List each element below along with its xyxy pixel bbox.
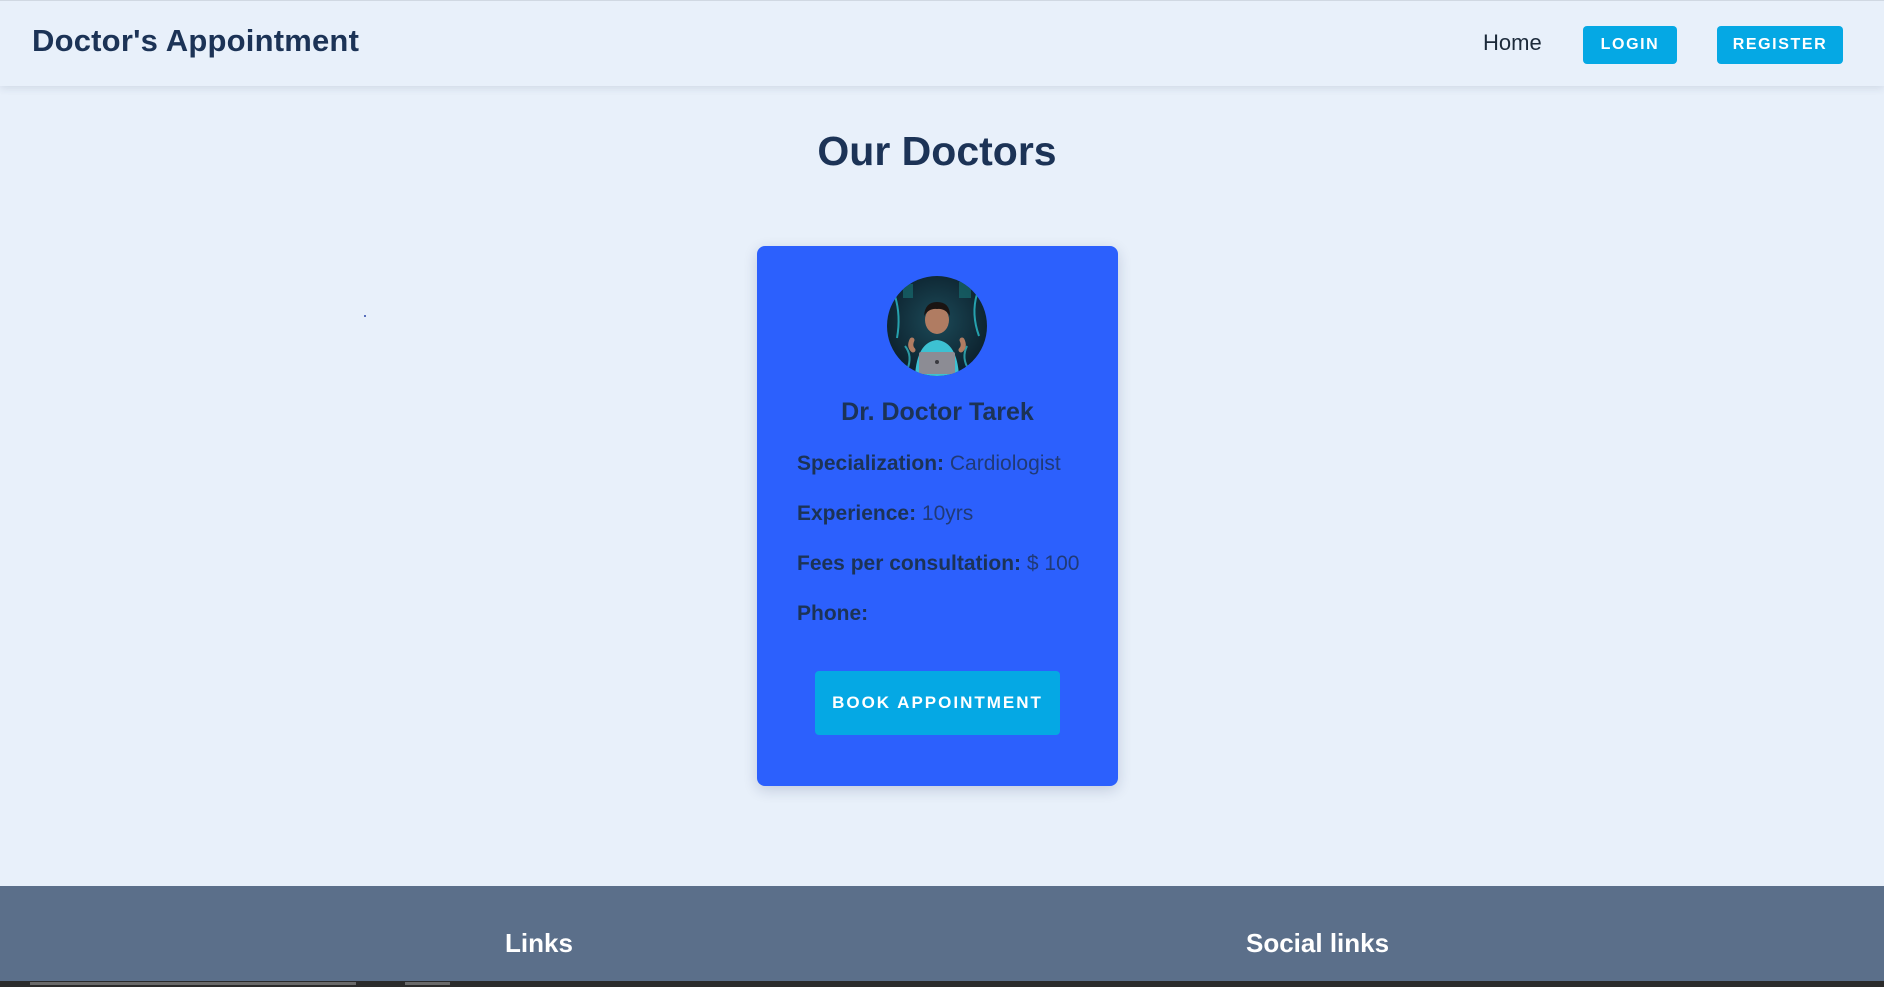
- taskbar-segment: [30, 982, 356, 985]
- fees-label: Fees per consultation:: [797, 552, 1022, 575]
- book-appointment-button[interactable]: BOOK APPOINTMENT: [815, 671, 1060, 735]
- nav-home-link[interactable]: Home: [1483, 30, 1542, 56]
- register-button[interactable]: REGISTER: [1717, 26, 1843, 64]
- phone-label: Phone:: [797, 602, 869, 625]
- experience-row: Experience: 10yrs: [797, 502, 973, 526]
- taskbar-segment: [405, 982, 450, 985]
- doctor-card: Dr. Doctor Tarek Specialization: Cardiol…: [757, 246, 1118, 786]
- specialization-value: Cardiologist: [949, 452, 1061, 475]
- specialization-row: Specialization: Cardiologist: [797, 452, 1061, 476]
- brand-title[interactable]: Doctor's Appointment: [32, 23, 359, 59]
- footer-social-heading: Social links: [1246, 928, 1390, 958]
- doctor-name: Dr. Doctor Tarek: [841, 398, 1034, 426]
- phone-row: Phone:: [797, 602, 868, 626]
- top-navbar: Doctor's Appointment Home LOGIN REGISTER: [0, 0, 1884, 86]
- footer: Links Social links: [0, 886, 1884, 987]
- specialization-label: Specialization:: [797, 452, 945, 475]
- doctor-avatar: [887, 276, 987, 376]
- fees-value: $ 100: [1026, 552, 1080, 575]
- footer-links-heading: Links: [505, 928, 573, 958]
- doctor-photo-icon: [887, 276, 987, 376]
- experience-label: Experience:: [797, 502, 917, 525]
- login-button[interactable]: LOGIN: [1583, 26, 1677, 64]
- page-title: Our Doctors: [817, 128, 1057, 174]
- decorative-dot: [364, 315, 366, 317]
- experience-value: 10yrs: [921, 502, 974, 525]
- fees-row: Fees per consultation: $ 100: [797, 552, 1079, 576]
- page: Doctor's Appointment Home LOGIN REGISTER…: [0, 0, 1884, 987]
